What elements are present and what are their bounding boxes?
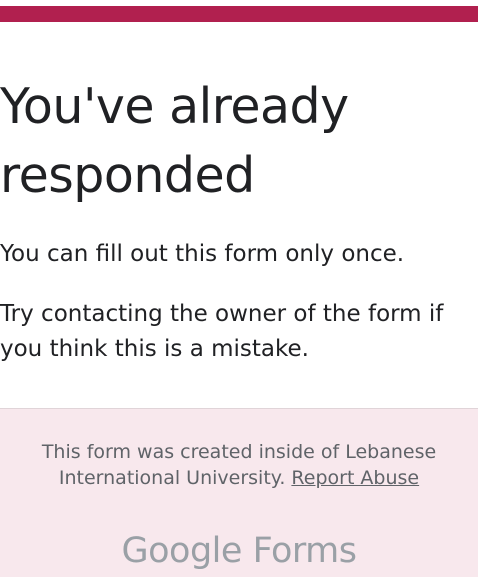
footer-created-text: This form was created inside of Lebanese… — [0, 439, 478, 491]
main-content: You've already responded You can fill ou… — [0, 72, 478, 362]
report-abuse-link[interactable]: Report Abuse — [291, 467, 419, 489]
form-accent-bar — [0, 6, 478, 22]
once-only-message: You can fill out this form only once. — [0, 241, 405, 267]
page-title-line-2: responded — [0, 147, 255, 204]
google-wordmark: Google — [121, 531, 243, 571]
footer: This form was created inside of Lebanese… — [0, 408, 478, 577]
forms-wordmark: Forms — [252, 531, 357, 571]
page-title: You've already responded — [0, 72, 478, 210]
google-forms-logo[interactable]: Google Forms — [0, 529, 478, 573]
contact-owner-message: Try contacting the owner of the form if … — [0, 301, 444, 362]
page-title-line-1: You've already — [0, 78, 349, 135]
